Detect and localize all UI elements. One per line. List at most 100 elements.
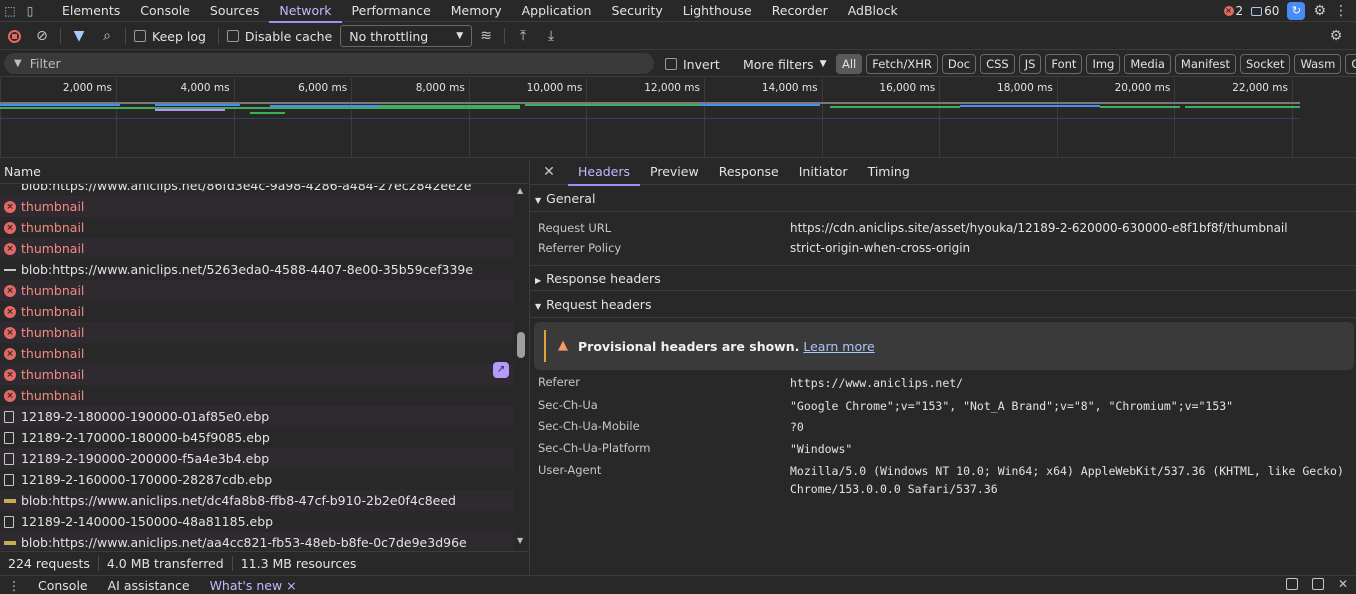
learn-more-link[interactable]: Learn more: [803, 339, 874, 354]
extension-icon[interactable]: ↻: [1287, 2, 1306, 20]
request-row[interactable]: 12189-2-180000-190000-01af85e0.ebp: [0, 406, 514, 427]
tab-performance[interactable]: Performance: [342, 0, 441, 22]
filter-chip-socket[interactable]: Socket: [1239, 54, 1291, 74]
request-headers-section-header[interactable]: ▼ Request headers: [530, 292, 1356, 318]
tab-elements[interactable]: Elements: [52, 0, 130, 22]
tab-adblock[interactable]: AdBlock: [838, 0, 908, 22]
name-column-header[interactable]: Name: [0, 159, 529, 184]
request-row[interactable]: × thumbnail: [0, 280, 514, 301]
dock-bottom-icon[interactable]: [1311, 578, 1324, 590]
details-tab-preview[interactable]: Preview: [640, 159, 709, 185]
filter-chip-media[interactable]: Media: [1124, 54, 1171, 74]
filter-chip-other[interactable]: Other: [1345, 54, 1356, 74]
network-settings-icon[interactable]: ⚙: [1322, 23, 1350, 49]
drawer-tab-2[interactable]: What's new ×: [200, 578, 307, 593]
details-tab-headers[interactable]: Headers: [568, 159, 641, 186]
disable-cache-checkbox[interactable]: Disable cache: [226, 29, 332, 44]
request-row[interactable]: × thumbnail: [0, 385, 514, 406]
timeline-overview[interactable]: 2,000 ms 4,000 ms 6,000 ms 8,000 ms 10,000 m…: [0, 78, 1356, 158]
details-tab-initiator[interactable]: Initiator: [789, 159, 858, 185]
drawer-tab-0[interactable]: Console: [28, 578, 98, 593]
filter-chip-img[interactable]: Img: [1086, 54, 1121, 74]
request-row[interactable]: × thumbnail: [0, 301, 514, 322]
import-har-icon[interactable]: ⤒: [509, 23, 537, 49]
request-url-label: Request URL: [538, 221, 612, 235]
error-x-icon: ×: [4, 305, 16, 318]
filter-chip-fetchxhr[interactable]: Fetch/XHR: [866, 54, 938, 74]
request-row[interactable]: blob:https://www.aniclips.net/dc4fa8b8-f…: [0, 490, 514, 511]
request-row[interactable]: × thumbnail: [0, 196, 514, 217]
request-row[interactable]: 12189-2-140000-150000-48a81185.ebp: [0, 511, 514, 532]
tab-network[interactable]: Network: [269, 0, 342, 23]
panel-tabs: Elements Console Sources Network Performance…: [52, 0, 908, 23]
settings-gear-icon[interactable]: ⚙: [1313, 3, 1326, 19]
timeline-tick-label: 14,000 ms: [761, 82, 818, 94]
request-row[interactable]: blob:https://www.aniclips.net/5263eda0-4…: [0, 259, 514, 280]
response-headers-section-header[interactable]: ▶ Response headers: [530, 265, 1356, 291]
throttling-select[interactable]: No throttling ▼: [340, 25, 473, 47]
panel-splitter[interactable]: [529, 159, 530, 575]
filter-chip-all[interactable]: All: [836, 54, 863, 74]
tab-console[interactable]: Console: [130, 0, 200, 22]
filter-chip-doc[interactable]: Doc: [941, 54, 977, 74]
tab-security[interactable]: Security: [601, 0, 672, 22]
header-name: Sec-Ch-Ua-Platform: [538, 441, 651, 455]
drawer-tab-1[interactable]: AI assistance: [98, 578, 200, 593]
filter-chip-manifest[interactable]: Manifest: [1174, 54, 1236, 74]
filter-chip-css[interactable]: CSS: [980, 54, 1015, 74]
request-name: blob:https://www.aniclips.net/dc4fa8b8-f…: [21, 493, 456, 508]
error-count-badge[interactable]: × 2: [1223, 4, 1243, 18]
filter-chip-font[interactable]: Font: [1045, 54, 1083, 74]
clear-icon[interactable]: ⊘: [28, 23, 56, 49]
drawer-menu-icon[interactable]: ⋮: [0, 578, 28, 593]
document-icon: [4, 515, 14, 528]
general-section-header[interactable]: ▼ General: [530, 186, 1356, 212]
network-conditions-icon[interactable]: ≋: [472, 23, 500, 49]
request-row[interactable]: 12189-2-160000-170000-28287cdb.ebp: [0, 469, 514, 490]
request-row[interactable]: × thumbnail: [0, 364, 514, 385]
request-row[interactable]: × thumbnail: [0, 343, 514, 364]
request-row[interactable]: blob:https://www.aniclips.net/86fd3e4c-9…: [0, 184, 514, 196]
request-name: 12189-2-180000-190000-01af85e0.ebp: [21, 409, 270, 424]
request-row[interactable]: × thumbnail: [0, 238, 514, 259]
close-drawer-icon[interactable]: ✕: [1338, 578, 1348, 590]
request-row[interactable]: 12189-2-170000-180000-b45f9085.ebp: [0, 427, 514, 448]
referrer-policy-label: Referrer Policy: [538, 241, 622, 255]
request-row[interactable]: blob:https://www.aniclips.net/aa4cc821-f…: [0, 532, 514, 550]
device-toolbar-icon[interactable]: ▯: [20, 0, 40, 22]
inspect-element-icon[interactable]: ⬚: [0, 0, 20, 22]
filter-chip-wasm[interactable]: Wasm: [1294, 54, 1342, 74]
record-stop-icon[interactable]: [0, 23, 28, 49]
request-row[interactable]: × thumbnail: [0, 322, 514, 343]
tab-recorder[interactable]: Recorder: [762, 0, 838, 22]
export-har-icon[interactable]: ⤓: [537, 23, 565, 49]
tab-memory[interactable]: Memory: [441, 0, 512, 22]
scrollbar-thumb[interactable]: [517, 332, 525, 358]
request-row[interactable]: × thumbnail: [0, 217, 514, 238]
request-row[interactable]: 12189-2-190000-200000-f5a4e3b4.ebp: [0, 448, 514, 469]
ai-assist-icon[interactable]: ↗: [493, 362, 509, 378]
more-filters-dropdown[interactable]: More filters ▼: [743, 51, 826, 77]
close-icon[interactable]: ✕: [530, 164, 568, 180]
filter-chip-js[interactable]: JS: [1018, 54, 1042, 74]
message-count-badge[interactable]: 60: [1251, 4, 1279, 18]
filter-input[interactable]: ▼ Filter: [4, 53, 654, 74]
dock-side-icon[interactable]: [1285, 578, 1298, 590]
tab-application[interactable]: Application: [512, 0, 602, 22]
timeline-tick-label: 12,000 ms: [644, 82, 700, 94]
details-tab-response[interactable]: Response: [709, 159, 789, 185]
keep-log-checkbox[interactable]: Keep log: [134, 29, 206, 44]
tab-sources[interactable]: Sources: [200, 0, 269, 22]
tab-lighthouse[interactable]: Lighthouse: [673, 0, 762, 22]
invert-checkbox[interactable]: Invert: [665, 51, 720, 77]
search-icon[interactable]: ⌕: [93, 23, 121, 49]
more-options-icon[interactable]: ⋮: [1334, 3, 1348, 19]
scroll-down-icon[interactable]: ▼: [517, 536, 523, 545]
scroll-up-icon[interactable]: ▲: [517, 186, 523, 195]
request-list-scrollbar[interactable]: ▲ ▼: [514, 184, 528, 550]
request-url-value: https://cdn.aniclips.site/asset/hyouka/1…: [790, 221, 1288, 235]
error-x-icon: ×: [4, 326, 16, 339]
details-tab-timing[interactable]: Timing: [858, 159, 920, 185]
filter-bar: ▼ Filter Invert More filters ▼ All Fetch/XH…: [0, 51, 1356, 77]
filter-funnel-icon[interactable]: ▼: [65, 23, 93, 49]
